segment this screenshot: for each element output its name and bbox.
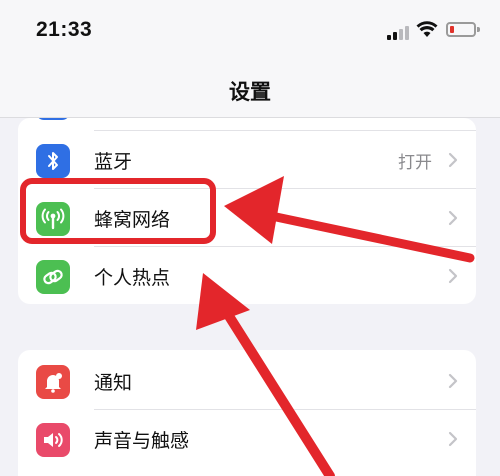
chevron-right-icon (448, 210, 458, 226)
chevron-right-icon (448, 373, 458, 389)
bluetooth-status: 打开 (398, 153, 432, 173)
chevron-right-icon (448, 431, 458, 447)
settings-row-sounds[interactable]: 声音与触感 (18, 410, 476, 468)
chevron-right-icon (448, 268, 458, 284)
settings-row-hotspot[interactable]: 个人热点 (18, 247, 476, 304)
battery-icon (446, 22, 480, 37)
bluetooth-icon (36, 144, 70, 178)
sounds-label: 声音与触感 (94, 430, 190, 452)
settings-row-hidden[interactable] (18, 118, 476, 131)
settings-group-notifications: 通知 声音与触感 (18, 350, 476, 476)
navigation-bar: 设置 (0, 64, 500, 118)
annotation-highlight-box (20, 178, 216, 244)
bluetooth-label: 蓝牙 (94, 151, 133, 173)
notifications-label: 通知 (94, 372, 133, 394)
chevron-right-icon (448, 152, 458, 168)
page-title: 设置 (229, 80, 271, 104)
speaker-icon (36, 423, 70, 457)
status-time: 21:33 (36, 18, 93, 41)
hotspot-link-icon (36, 260, 70, 294)
wifi-icon (416, 21, 438, 37)
settings-row-notifications[interactable]: 通知 (18, 352, 476, 410)
bell-icon (36, 365, 70, 399)
cellular-signal-icon (387, 24, 409, 40)
status-bar: 21:33 (0, 0, 500, 64)
partial-row-icon (36, 118, 70, 120)
hotspot-label: 个人热点 (94, 267, 171, 289)
